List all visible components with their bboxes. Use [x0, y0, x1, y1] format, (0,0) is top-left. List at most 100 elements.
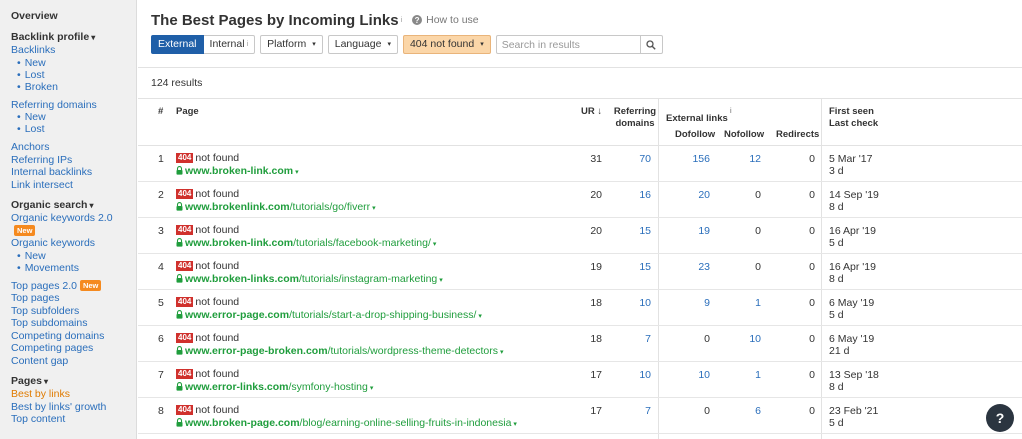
status-dropdown[interactable]: 404 not found ▾: [402, 35, 491, 54]
page-url-link[interactable]: www.error-links.com/symfony-hosting ▾: [176, 381, 373, 393]
sidebar-item-link-intersect[interactable]: Link intersect: [11, 179, 136, 192]
dofollow-value[interactable]: 23: [698, 261, 710, 273]
nofollow-value[interactable]: 0: [755, 261, 761, 273]
nofollow-value[interactable]: 0: [755, 225, 761, 237]
page-url-link[interactable]: www.error-page-broken.com/tutorials/word…: [176, 345, 503, 357]
caret-down-icon[interactable]: ▾: [372, 205, 376, 212]
sidebar-item-referring-ips[interactable]: Referring IPs: [11, 154, 136, 167]
how-to-use-link[interactable]: ? How to use: [412, 14, 479, 26]
redirects-value: 0: [809, 189, 815, 201]
referring-domains-value[interactable]: 16: [611, 189, 651, 201]
referring-domains-value[interactable]: 15: [611, 225, 651, 237]
dofollow-value[interactable]: 10: [698, 369, 710, 381]
nofollow-value[interactable]: 1: [755, 369, 761, 381]
col-ur[interactable]: UR ↓: [581, 106, 602, 118]
page-url-link[interactable]: www.broken-links.com/tutorials/instagram…: [176, 273, 443, 285]
info-icon: i: [729, 108, 732, 115]
sidebar-item-organic-keywords-new[interactable]: New: [11, 250, 136, 262]
dofollow-value[interactable]: 19: [698, 225, 710, 237]
col-external-links-label: External links: [666, 113, 728, 124]
caret-down-icon[interactable]: ▾: [513, 421, 517, 428]
sidebar-item-competing-pages[interactable]: Competing pages: [11, 342, 136, 355]
dofollow-value[interactable]: 0: [704, 405, 710, 417]
dofollow-value[interactable]: 0: [704, 333, 710, 345]
nofollow-value[interactable]: 12: [749, 153, 761, 165]
referring-domains-value[interactable]: 7: [611, 405, 651, 417]
caret-down-icon[interactable]: ▾: [433, 241, 437, 248]
sidebar-backlink-profile[interactable]: Backlink profile ▾: [11, 31, 136, 44]
last-check-value: 5 d: [829, 237, 844, 249]
sidebar-item-backlinks-new[interactable]: New: [11, 57, 136, 69]
sidebar-organic-search[interactable]: Organic search ▾: [11, 199, 136, 212]
first-seen-value: 5 Mar '17: [829, 153, 873, 165]
sidebar-item-top-subfolders[interactable]: Top subfolders: [11, 305, 136, 318]
sidebar-item-referring-domains[interactable]: Referring domains: [11, 99, 136, 112]
internal-toggle[interactable]: Internal i: [203, 35, 256, 54]
referring-domains-value[interactable]: 70: [611, 153, 651, 165]
redirects-value: 0: [809, 297, 815, 309]
caret-down-icon[interactable]: ▾: [439, 277, 443, 284]
page-url-link[interactable]: www.error-page.com/tutorials/start-a-dro…: [176, 309, 482, 321]
col-redirects[interactable]: Redirects: [776, 129, 819, 141]
col-first-seen[interactable]: First seen Last check: [829, 106, 878, 130]
referring-domains-value[interactable]: 7: [611, 333, 651, 345]
nofollow-value[interactable]: 6: [755, 405, 761, 417]
nofollow-value[interactable]: 1: [755, 297, 761, 309]
sidebar-item-anchors[interactable]: Anchors: [11, 141, 136, 154]
search-input[interactable]: [496, 36, 640, 53]
caret-down-icon[interactable]: ▾: [295, 169, 299, 176]
caret-down-icon[interactable]: ▾: [370, 385, 374, 392]
sidebar-item-backlinks-lost[interactable]: Lost: [11, 69, 136, 81]
sidebar-item-backlinks-broken[interactable]: Broken: [11, 81, 136, 93]
sidebar-item-backlinks[interactable]: Backlinks: [11, 44, 136, 57]
page-url-link[interactable]: www.broken-link.com/tutorials/facebook-m…: [176, 237, 436, 249]
caret-down-icon: ▾: [43, 377, 48, 386]
dofollow-value[interactable]: 156: [692, 153, 710, 165]
caret-down-icon[interactable]: ▾: [500, 349, 504, 356]
referring-domains-value[interactable]: 15: [611, 261, 651, 273]
sidebar-item-content-gap[interactable]: Content gap: [11, 355, 136, 368]
sidebar-item-best-by-links[interactable]: Best by links: [11, 388, 136, 401]
page-cell: 404 not found www.broken-link.com/tutorial…: [176, 224, 436, 249]
dofollow-value[interactable]: 20: [698, 189, 710, 201]
sidebar-item-organic-keywords-2[interactable]: Organic keywords 2.0New: [11, 212, 136, 237]
sidebar-overview[interactable]: Overview: [11, 10, 136, 23]
nofollow-value[interactable]: 0: [755, 189, 761, 201]
nofollow-value[interactable]: 10: [749, 333, 761, 345]
sidebar-item-top-pages-2[interactable]: Top pages 2.0 New: [11, 279, 136, 293]
last-check-value: 3 d: [829, 165, 844, 177]
external-toggle[interactable]: External: [151, 35, 204, 54]
col-nofollow[interactable]: Nofollow: [724, 129, 764, 141]
dofollow-value[interactable]: 9: [704, 297, 710, 309]
referring-domains-value[interactable]: 10: [611, 369, 651, 381]
referring-domains-value[interactable]: 10: [611, 297, 651, 309]
help-button[interactable]: ?: [986, 404, 1014, 432]
sidebar: Overview Backlink profile▾ Backlinks New…: [0, 0, 137, 439]
page-url-link[interactable]: www.brokenlink.com/tutorials/go/fiverr ▾: [176, 201, 376, 213]
sidebar-item-top-subdomains[interactable]: Top subdomains: [11, 317, 136, 330]
col-last-check-label: Last check: [829, 118, 879, 129]
info-icon[interactable]: i: [401, 17, 403, 24]
search-button[interactable]: [639, 36, 662, 53]
col-page[interactable]: Page: [176, 106, 199, 118]
last-check-value: 5 d: [829, 309, 844, 321]
status-badge: 404: [176, 405, 194, 415]
sidebar-pages[interactable]: Pages ▾: [11, 375, 136, 388]
sidebar-item-organic-keywords[interactable]: Organic keywords: [11, 237, 136, 250]
sidebar-item-top-pages[interactable]: Top pages: [11, 292, 136, 305]
col-referring-domains[interactable]: Referring domains: [612, 106, 658, 130]
page-url-link[interactable]: www.broken-page.com/blog/earning-online-…: [176, 417, 517, 429]
sidebar-item-top-content[interactable]: Top content: [11, 413, 136, 426]
sidebar-item-referring-domains-new[interactable]: New: [11, 111, 136, 123]
sidebar-item-best-by-links-growth[interactable]: Best by links' growth: [11, 401, 136, 414]
sidebar-item-internal-backlinks[interactable]: Internal backlinks: [11, 166, 136, 179]
sidebar-item-competing-domains[interactable]: Competing domains: [11, 330, 136, 343]
sidebar-item-referring-domains-lost[interactable]: Lost: [11, 123, 136, 135]
sidebar-item-organic-keywords-movements[interactable]: Movements: [11, 262, 136, 274]
platform-dropdown[interactable]: Platform ▾: [260, 35, 323, 54]
caret-down-icon[interactable]: ▾: [478, 313, 482, 320]
language-dropdown[interactable]: Language ▾: [327, 35, 398, 54]
col-dofollow[interactable]: Dofollow: [675, 129, 715, 141]
caret-down-icon: ▾: [312, 41, 316, 48]
page-url-link[interactable]: www.broken-link.com ▾: [176, 165, 299, 177]
